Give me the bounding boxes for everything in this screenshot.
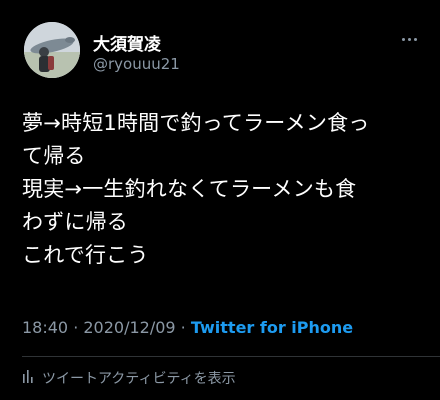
tweet-text: 夢→時短1時間で釣ってラーメン食っ て帰る 現実→一生釣れなくてラーメンも食 わ… xyxy=(22,107,422,272)
bar-chart-icon xyxy=(22,368,36,388)
tweet-text-line: これで行こう xyxy=(22,243,149,267)
source-link[interactable]: Twitter for iPhone xyxy=(191,318,353,337)
divider xyxy=(22,356,440,357)
tweet-text-line: て帰る xyxy=(22,144,86,168)
user-handle[interactable]: @ryouuu21 xyxy=(93,55,180,73)
activity-label: ツイートアクティビティを表示 xyxy=(42,371,236,387)
tweet-meta: 18:40 · 2020/12/09 · Twitter for iPhone xyxy=(22,318,353,337)
display-name[interactable]: 大須賀凌 xyxy=(93,30,161,55)
tweet-activity-link[interactable]: ツイートアクティビティを表示 xyxy=(22,368,236,388)
timestamp[interactable]: 18:40 · 2020/12/09 · xyxy=(22,318,191,337)
tweet-text-line: わずに帰る xyxy=(22,210,128,234)
more-horizontal-icon[interactable] xyxy=(402,34,424,44)
avatar[interactable] xyxy=(24,22,80,78)
avatar-photo xyxy=(24,22,80,78)
tweet-text-line: 現実→一生釣れなくてラーメンも食 xyxy=(22,177,357,201)
tweet-text-line: 夢→時短1時間で釣ってラーメン食っ xyxy=(22,111,370,135)
tweet-card: 大須賀凌 @ryouuu21 夢→時短1時間で釣ってラーメン食っ て帰る 現実→… xyxy=(0,0,440,400)
